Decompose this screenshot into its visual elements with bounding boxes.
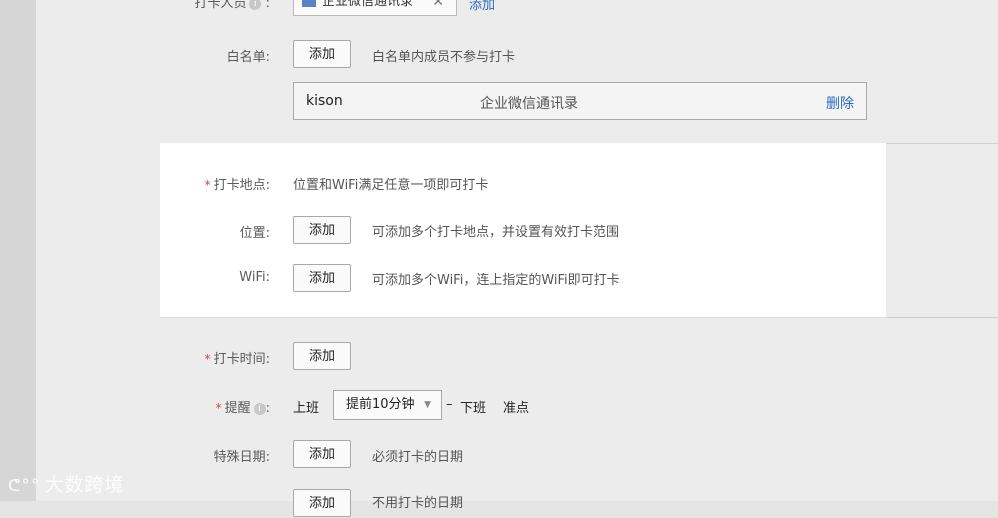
whitelist-member-name: kison: [306, 93, 343, 109]
time-add-button[interactable]: 添加: [293, 342, 351, 370]
special-date-add-button[interactable]: 添加: [293, 440, 351, 468]
wifi-hint: 可添加多个WiFi，连上指定的WiFi即可打卡: [372, 273, 620, 288]
position-label: 位置:: [239, 226, 270, 241]
position-hint: 可添加多个打卡地点，并设置有效打卡范围: [372, 225, 620, 240]
position-add-button[interactable]: 添加: [293, 216, 351, 244]
no-punch-date-add-button[interactable]: 添加: [293, 489, 351, 517]
contacts-icon: [302, 0, 316, 7]
add-attendee-link[interactable]: 添加: [469, 0, 495, 13]
divider: [886, 317, 998, 318]
attendee-tag-text: 企业微信通讯录: [322, 0, 414, 9]
attendee-tag: 企业微信通讯录 ✕: [293, 0, 457, 16]
watermark: ᕦ°° 大数跨境: [8, 470, 124, 497]
whitelist-table: kison 企业微信通讯录 删除: [293, 82, 867, 120]
divider: [886, 143, 998, 144]
required-mark: *: [215, 401, 222, 415]
required-mark: *: [204, 178, 211, 192]
reminder-select[interactable]: 提前10分钟 ▼: [333, 390, 442, 420]
reminder-label: * 提醒 i:: [215, 401, 270, 416]
close-icon[interactable]: ✕: [432, 0, 444, 15]
whitelist-member-source: 企业微信通讯录: [480, 96, 578, 112]
reminder-start-text: 上班: [293, 401, 320, 416]
reminder-dash: –: [446, 397, 453, 412]
whitelist-label: 白名单:: [226, 50, 270, 65]
special-date-label: 特殊日期:: [213, 450, 270, 465]
location-label: * 打卡地点:: [204, 178, 270, 193]
watermark-logo-icon: ᕦ°°: [8, 476, 41, 496]
wifi-label: WiFi:: [239, 270, 270, 285]
whitelist-hint: 白名单内成员不参与打卡: [372, 50, 516, 65]
reminder-end-value: 准点: [503, 401, 530, 416]
location-desc: 位置和WiFi满足任意一项即可打卡: [293, 178, 489, 193]
left-sidebar-strip: [0, 0, 36, 501]
time-label: * 打卡时间:: [204, 352, 270, 367]
info-icon[interactable]: i: [249, 0, 262, 10]
wifi-add-button[interactable]: 添加: [293, 264, 351, 292]
reminder-select-value: 提前10分钟: [346, 397, 415, 412]
attendee-label: 打卡人员 i :: [160, 0, 270, 11]
required-mark: *: [204, 352, 211, 366]
special-date-hint: 必须打卡的日期: [372, 450, 464, 465]
info-icon[interactable]: i: [253, 402, 266, 415]
watermark-text: 大数跨境: [44, 474, 125, 496]
whitelist-add-button[interactable]: 添加: [293, 40, 351, 68]
reminder-end-text: 下班: [460, 401, 487, 416]
no-punch-date-hint: 不用打卡的日期: [372, 496, 464, 511]
divider: [160, 317, 886, 318]
chevron-down-icon: ▼: [424, 400, 431, 410]
whitelist-delete-link[interactable]: 删除: [826, 93, 854, 113]
